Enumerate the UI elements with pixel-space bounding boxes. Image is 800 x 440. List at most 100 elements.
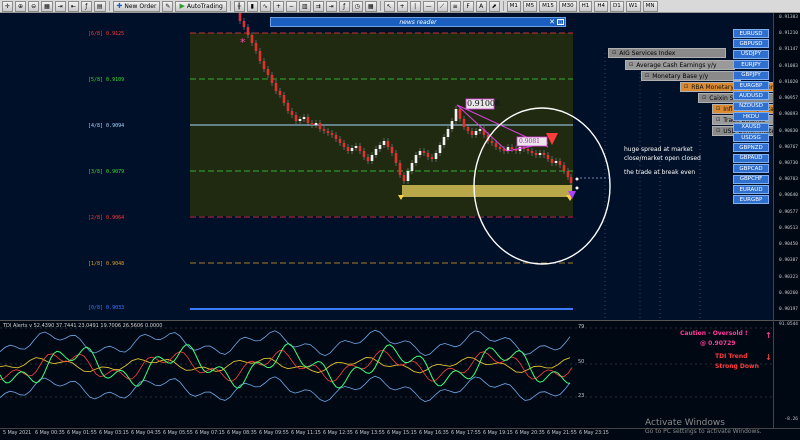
candle-body [386,141,390,147]
cursor-icon[interactable]: ↖ [383,0,395,12]
candle-body [534,153,538,155]
symbol-button[interactable]: NZDUSD [733,101,769,111]
symbol-button[interactable]: AUDUSD [733,91,769,101]
price-tick: 0.90730 [779,161,798,166]
chart-scroll-icon[interactable]: ⇥ [54,0,66,12]
indicator-list-icon[interactable]: ƒ [338,0,350,12]
indicators-icon[interactable]: ƒ [80,0,92,12]
candle-body [498,147,502,149]
channel-icon[interactable]: ≡ [449,0,461,12]
news-item[interactable]: ⊡ Monetary Base y/y [641,71,741,81]
vertical-line-icon[interactable]: | [409,0,421,12]
news-item[interactable]: ⊡ AIG Services Index [608,48,726,58]
new-order-label: New Order [124,2,157,10]
order-block-zone[interactable] [402,185,572,197]
text-icon[interactable]: A [475,0,487,12]
timeframe-m30[interactable]: M30 [558,0,577,12]
symbol-button[interactable]: USDSG [733,133,769,142]
symbol-button[interactable]: GBPJPY [733,70,769,80]
level-50-label: 50 [578,359,585,365]
candle-body [314,123,318,125]
symbol-button[interactable]: EURJPY [733,60,769,70]
bar-chart-icon[interactable]: ╫ [233,0,245,12]
candle-body [378,145,382,149]
symbol-button[interactable]: EURGBP [733,81,769,90]
horizontal-line-icon[interactable]: — [422,0,435,12]
candle-body [346,147,350,151]
autotrading-button[interactable]: ▶ AutoTrading [175,0,227,12]
symbol-button[interactable]: GBPCHF [733,174,769,184]
symbol-button[interactable]: GBPNZD [733,143,769,153]
candle-body [542,153,546,155]
news-item-label: Average Cash Earnings y/y [636,61,717,69]
zoom-out-icon[interactable]: ⊖ [28,0,40,12]
symbol-button[interactable]: GBPAUD [733,153,769,163]
time-tick: 6 May 09:55 [259,431,289,436]
arrow-icon[interactable]: ⬈ [488,0,500,12]
time-tick: 6 May 21:55 [547,431,577,436]
zoom-in-chart-icon[interactable]: + [272,0,284,12]
crosshair-icon[interactable]: ✛ [2,0,14,12]
timeframe-h4[interactable]: H4 [594,0,608,12]
price-tick: 0.90513 [779,225,798,231]
candle-body [278,91,282,95]
candle-body [562,165,566,171]
candle-body [322,129,326,131]
crosshair-tool-icon[interactable]: + [396,0,408,12]
symbol-button[interactable]: EURGBP [733,195,769,205]
timeframe-m15[interactable]: M15 [539,0,557,12]
shift-end-icon[interactable]: ⇥ [325,0,337,12]
symbol-button[interactable]: EURUSD [733,29,769,38]
zoom-out-chart-icon[interactable]: − [285,0,297,12]
grid-icon[interactable]: ▦ [41,0,53,12]
price-tick: 0.90323 [779,274,798,280]
ask-dot [575,186,579,190]
candle-body [298,119,302,121]
calendar-icon: ⊡ [612,50,617,56]
symbol-button[interactable]: XAUSD [733,122,769,132]
candle-body [398,163,402,175]
symbol-button[interactable]: GBPCAD [733,164,769,174]
metaeditor-icon[interactable]: ✎ [162,0,174,12]
fib-label-3-8: [3/8] 0.9079 [88,169,125,175]
price-tick: 0.90197 [779,307,798,312]
fibonacci-icon[interactable]: F [462,0,474,12]
symbol-button[interactable]: EURAUD [733,185,769,194]
news-item[interactable]: ⊡ Average Cash Earnings y/y [625,60,735,70]
timeframe-m1[interactable]: M1 [506,0,521,12]
timeframe-h1[interactable]: H1 [578,0,593,12]
candle-body [250,35,254,43]
timeframe-mn[interactable]: MN [642,0,658,12]
candlestick-icon[interactable]: ▮ [246,0,258,12]
zoom-in-icon[interactable]: ⊕ [15,0,27,12]
tdi-indicator-panel[interactable]: TDI Alerts v 52.4390 37.7441 23.0491 19.… [0,320,773,428]
templates-icon[interactable]: ▤ [93,0,106,12]
period-icon[interactable]: ◷ [351,0,363,12]
news-reader-bar[interactable]: news reader ✕ □ [270,17,566,27]
candle-body [422,151,426,153]
new-order-button[interactable]: ✚ New Order [112,0,161,12]
candle-body [362,151,366,157]
symbol-button[interactable]: USDJPY [733,49,769,59]
timeframe-m5[interactable]: M5 [522,0,538,12]
chart-shift-icon[interactable]: ⇤ [67,0,79,12]
toolbar: ✛ ⊕ ⊖ ▦ ⇥ ⇤ ƒ ▤ ✚ New Order ✎ ▶ AutoTradin… [0,0,800,13]
timeframe-w1[interactable]: W1 [625,0,641,12]
trendline-icon[interactable]: ⟋ [436,0,448,12]
tile-icon[interactable]: ▥ [298,0,311,12]
close-icon[interactable]: ✕ [549,18,555,26]
candle-body [258,51,262,61]
maximize-icon[interactable]: □ [557,19,564,25]
line-chart-icon[interactable]: ∿ [259,0,271,12]
symbol-button[interactable]: HKDU [733,112,769,122]
candle-body [302,117,306,119]
symbol-button[interactable]: GBPUSD [733,39,769,49]
spread-note: huge spread at market close/market open … [624,146,701,162]
timeframe-d1[interactable]: D1 [609,0,624,12]
candle-body [382,141,386,145]
candle-body [238,13,242,21]
template-icon[interactable]: ▦ [364,0,377,12]
autoscroll-icon[interactable]: ⇉ [312,0,324,12]
candle-body [566,171,570,177]
candle-body [494,143,498,147]
